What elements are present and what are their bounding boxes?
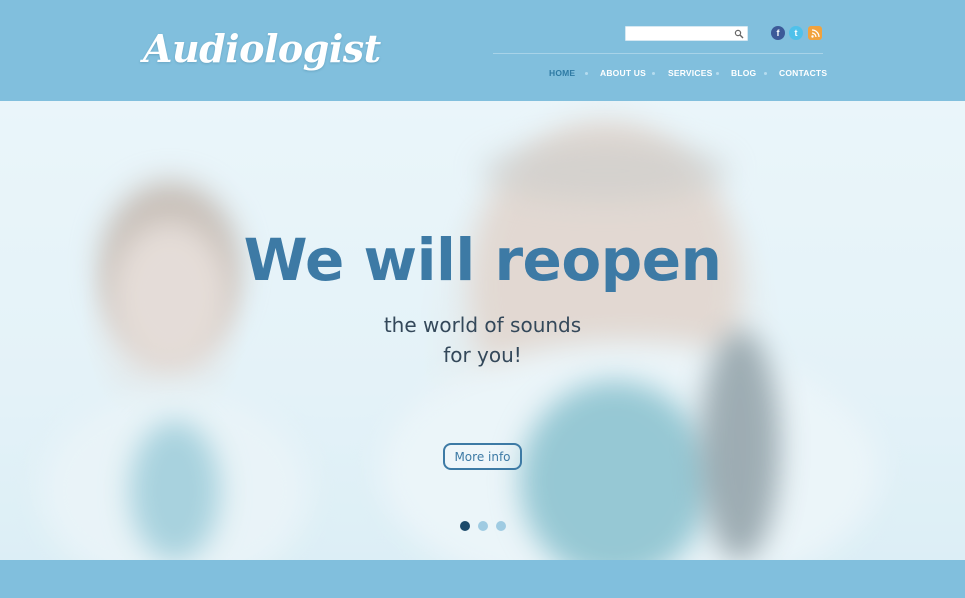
nav-separator [716,72,719,75]
site-logo[interactable]: Audiologist [143,26,381,71]
hero-subtitle: the world of sounds for you! [0,310,965,370]
hero-subtitle-line-1: the world of sounds [383,313,582,337]
more-info-button[interactable]: More info [443,443,522,470]
nav-item-services[interactable]: SERVICES [668,68,712,78]
rss-glyph [810,28,820,38]
hero-title: We will reopen [243,226,722,294]
search-box[interactable] [625,26,748,44]
slider-dot-1[interactable] [460,521,470,531]
nav-separator [585,72,588,75]
site-header: Audiologist f t HOME ABOUT US SERVICES B… [0,0,965,101]
search-icon[interactable] [734,29,744,39]
main-nav: HOME ABOUT US SERVICES BLOG CONTACTS [493,68,827,80]
nav-separator [764,72,767,75]
nav-separator [652,72,655,75]
rss-icon[interactable] [808,26,822,40]
footer-band [0,560,965,598]
slider-dot-3[interactable] [496,521,506,531]
slider-dot-2[interactable] [478,521,488,531]
nav-item-contacts[interactable]: CONTACTS [779,68,827,78]
hero-subtitle-line-2: for you! [443,343,522,367]
hero-slider: We will reopen the world of sounds for y… [0,101,965,560]
nav-item-about-us[interactable]: ABOUT US [600,68,646,78]
facebook-icon[interactable]: f [771,26,785,40]
twitter-icon[interactable]: t [789,26,803,40]
nav-item-blog[interactable]: BLOG [731,68,756,78]
nav-item-home[interactable]: HOME [549,68,575,78]
search-input[interactable] [626,31,735,44]
header-divider [493,53,823,54]
